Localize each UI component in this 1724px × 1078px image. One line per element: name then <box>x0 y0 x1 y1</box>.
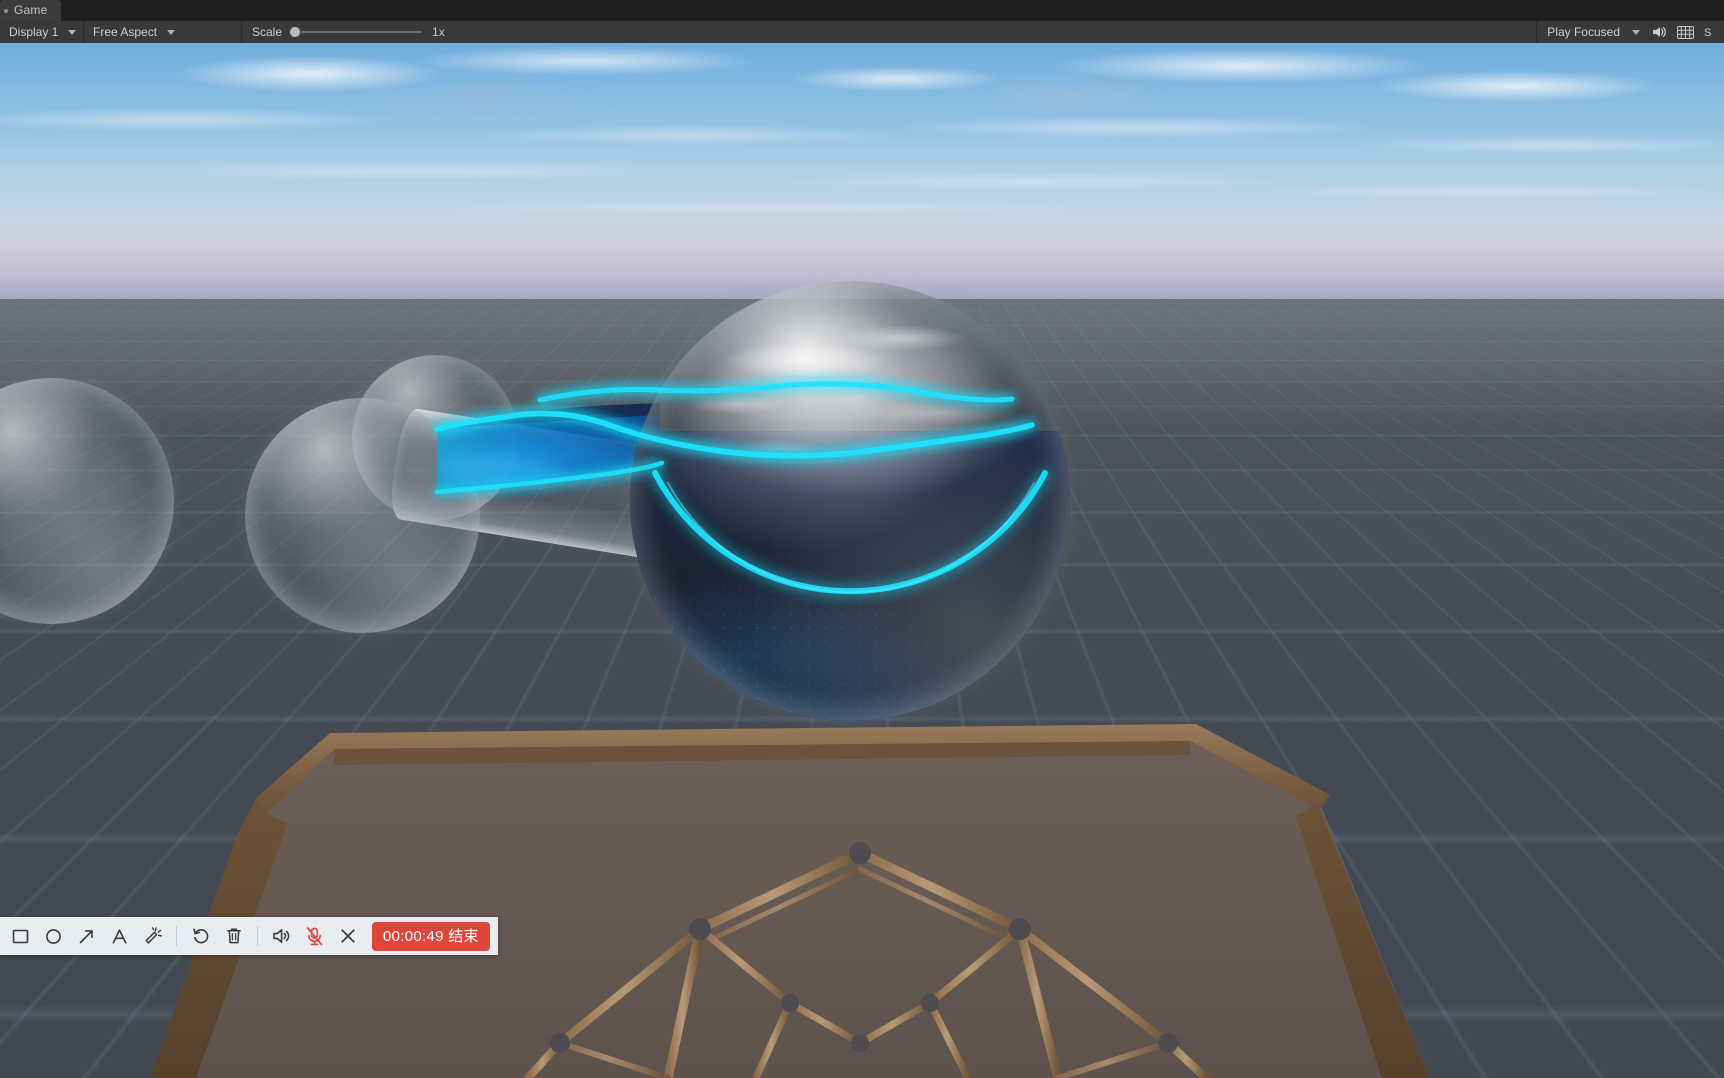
toolbar-right-group: Play Focused S <box>1536 21 1724 43</box>
mute-audio-button[interactable] <box>1646 21 1672 43</box>
unity-game-window: Game Display 1 Free Aspect Scale 1x Play… <box>0 0 1724 1078</box>
svg-text:S: S <box>1704 27 1711 39</box>
glass-sphere-left <box>245 398 480 633</box>
game-view-toolbar: Display 1 Free Aspect Scale 1x Play Focu… <box>0 21 1724 44</box>
gizmos-button[interactable]: S <box>1698 21 1724 43</box>
arrow-tool-button[interactable] <box>70 920 103 952</box>
microphone-button[interactable] <box>298 920 331 952</box>
text-a-icon <box>110 927 129 946</box>
highlighter-tool-button[interactable] <box>136 920 169 952</box>
toolbar-divider <box>176 926 177 946</box>
scale-control: Scale 1x <box>242 21 445 43</box>
microphone-muted-icon <box>304 926 325 947</box>
aspect-ratio-dropdown[interactable]: Free Aspect <box>84 21 241 43</box>
stats-button[interactable] <box>1672 21 1698 43</box>
chevron-down-icon <box>68 29 77 35</box>
rectangle-icon <box>11 927 30 946</box>
aspect-ratio-label: Free Aspect <box>93 25 158 39</box>
arrow-icon <box>77 927 96 946</box>
text-tool-button[interactable] <box>103 920 136 952</box>
undo-button[interactable] <box>184 920 217 952</box>
scale-slider[interactable] <box>290 21 423 43</box>
delete-button[interactable] <box>217 920 250 952</box>
chevron-down-icon <box>1632 29 1640 35</box>
trash-icon <box>224 926 244 946</box>
close-recorder-button[interactable] <box>331 920 364 952</box>
toolbar-divider <box>257 926 258 946</box>
rectangle-tool-button[interactable] <box>4 920 37 952</box>
display-dropdown-label: Display 1 <box>9 25 59 39</box>
play-focused-label: Play Focused <box>1547 25 1620 39</box>
chevron-down-icon <box>167 29 176 35</box>
play-focused-dropdown[interactable]: Play Focused <box>1537 25 1646 39</box>
magic-wand-icon <box>143 926 163 946</box>
tab-strip: Game <box>0 0 1724 21</box>
undo-icon <box>191 926 211 946</box>
end-recording-button[interactable]: 00:00:49 结束 <box>372 921 490 951</box>
scale-slider-handle[interactable] <box>290 27 301 37</box>
glass-sphere-main <box>630 281 1070 721</box>
system-audio-button[interactable] <box>265 920 298 952</box>
ellipse-tool-button[interactable] <box>37 920 70 952</box>
tab-game[interactable]: Game <box>0 0 62 21</box>
scale-slider-track <box>296 31 423 33</box>
scale-value: 1x <box>432 25 445 39</box>
circle-icon <box>44 927 63 946</box>
scale-label: Scale <box>252 25 283 39</box>
speaker-icon <box>271 926 292 946</box>
screen-recorder-toolbar: 00:00:49 结束 <box>0 917 498 955</box>
display-dropdown[interactable]: Display 1 <box>0 21 83 43</box>
close-x-icon <box>338 926 358 946</box>
glass-sphere-far-left <box>0 378 174 624</box>
